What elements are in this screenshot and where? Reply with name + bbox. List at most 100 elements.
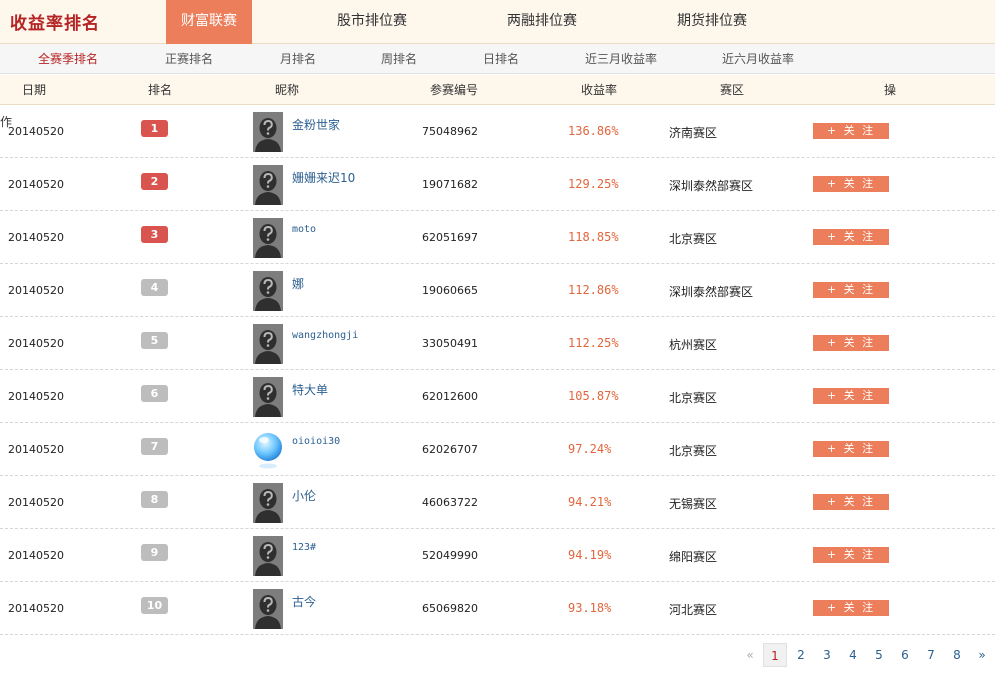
rank-badge: 5: [141, 332, 168, 349]
row-date: 20140520: [8, 337, 64, 350]
row-return: 112.86%: [568, 283, 619, 297]
rank-badge: 3: [141, 226, 168, 243]
subnav-6month[interactable]: 近六月收益率: [722, 44, 794, 74]
default-avatar-icon[interactable]: [253, 483, 283, 523]
table-header: 日期 排名 昵称 参赛编号 收益率 赛区 操: [0, 75, 995, 105]
subnav-month[interactable]: 月排名: [280, 44, 316, 74]
subnav-week[interactable]: 周排名: [381, 44, 417, 74]
row-nickname[interactable]: 娜: [292, 275, 304, 292]
row-region: 北京赛区: [669, 444, 718, 458]
follow-button[interactable]: + 关 注: [813, 176, 889, 192]
row-nickname[interactable]: 金粉世家: [292, 116, 340, 133]
follow-button[interactable]: + 关 注: [813, 388, 889, 404]
row-nickname[interactable]: 古今: [292, 593, 316, 610]
default-avatar-icon[interactable]: [253, 271, 283, 311]
row-entry-code: 46063722: [422, 496, 478, 509]
row-nickname[interactable]: wangzhongji: [292, 330, 358, 341]
row-region: 北京赛区: [669, 232, 718, 246]
row-nickname[interactable]: moto: [292, 224, 316, 235]
row-entry-code: 19060665: [422, 284, 478, 297]
row-entry-code: 62012600: [422, 390, 478, 403]
follow-button[interactable]: + 关 注: [813, 494, 889, 510]
tab-wealth-league[interactable]: 财富联赛: [166, 0, 252, 44]
row-date: 20140520: [8, 602, 64, 615]
table-row: 20140520 4 娜 19060665 112.86% 深圳泰然部赛区 + 关 注: [0, 264, 995, 317]
subnav-day[interactable]: 日排名: [483, 44, 519, 74]
col-region: 赛区: [720, 83, 745, 97]
row-nickname[interactable]: 小伦: [292, 487, 316, 504]
default-avatar-icon[interactable]: [253, 589, 283, 629]
table-row: 20140520 9 123# 52049990 94.19% 绵阳赛区 + 关 注: [0, 529, 995, 582]
tab-futures-ranking[interactable]: 期货排位赛: [660, 0, 764, 44]
row-return: 112.25%: [568, 336, 619, 350]
row-region: 北京赛区: [669, 391, 718, 405]
follow-button[interactable]: + 关 注: [813, 282, 889, 298]
row-entry-code: 62051697: [422, 231, 478, 244]
top-bar: 收益率排名 财富联赛 股市排位赛 两融排位赛 期货排位赛: [0, 0, 995, 44]
row-date: 20140520: [8, 549, 64, 562]
row-date: 20140520: [8, 178, 64, 191]
row-nickname[interactable]: oioioi30: [292, 436, 340, 447]
default-avatar-icon[interactable]: [253, 377, 283, 417]
default-avatar-icon[interactable]: [253, 218, 283, 258]
pager-prev[interactable]: «: [740, 643, 760, 667]
rank-badge: 10: [141, 597, 168, 614]
pager-page-7[interactable]: 7: [920, 643, 942, 667]
subnav-3month[interactable]: 近三月收益率: [585, 44, 657, 74]
row-return: 94.21%: [568, 495, 612, 509]
follow-button[interactable]: + 关 注: [813, 335, 889, 351]
table-row: 20140520 8 小伦 46063722 94.21% 无锡赛区 + 关 注: [0, 476, 995, 529]
pager-next[interactable]: »: [972, 643, 992, 667]
tab-stock-ranking[interactable]: 股市排位赛: [320, 0, 424, 44]
row-entry-code: 65069820: [422, 602, 478, 615]
default-avatar-icon[interactable]: [253, 324, 283, 364]
pager-page-1[interactable]: 1: [763, 643, 787, 667]
row-return: 94.19%: [568, 548, 612, 562]
follow-button[interactable]: + 关 注: [813, 123, 889, 139]
col-rank: 排名: [148, 83, 173, 97]
pager-page-2[interactable]: 2: [790, 643, 812, 667]
subnav-season[interactable]: 全赛季排名: [38, 44, 98, 74]
subnav-main[interactable]: 正赛排名: [165, 44, 213, 74]
pager-page-4[interactable]: 4: [842, 643, 864, 667]
default-avatar-icon[interactable]: [253, 165, 283, 205]
row-date: 20140520: [8, 231, 64, 244]
default-avatar-icon[interactable]: [253, 112, 283, 152]
follow-button[interactable]: + 关 注: [813, 441, 889, 457]
row-nickname[interactable]: 特大单: [292, 381, 328, 398]
rank-badge: 8: [141, 491, 168, 508]
row-nickname[interactable]: 123#: [292, 542, 316, 553]
blue-bubble-avatar-icon[interactable]: [253, 430, 283, 470]
default-avatar-icon[interactable]: [253, 536, 283, 576]
rank-badge: 9: [141, 544, 168, 561]
row-region: 河北赛区: [669, 603, 718, 617]
follow-button[interactable]: + 关 注: [813, 547, 889, 563]
follow-button[interactable]: + 关 注: [813, 600, 889, 616]
sub-nav: 全赛季排名 正赛排名 月排名 周排名 日排名 近三月收益率 近六月收益率: [0, 44, 995, 74]
row-region: 无锡赛区: [669, 497, 718, 511]
pager-page-5[interactable]: 5: [868, 643, 890, 667]
row-entry-code: 75048962: [422, 125, 478, 138]
rank-badge: 2: [141, 173, 168, 190]
row-date: 20140520: [8, 443, 64, 456]
col-nick: 昵称: [275, 83, 300, 97]
row-region: 绵阳赛区: [669, 550, 718, 564]
tab-margin-ranking[interactable]: 两融排位赛: [490, 0, 594, 44]
row-region: 深圳泰然部赛区: [669, 179, 754, 193]
row-date: 20140520: [8, 496, 64, 509]
row-return: 136.86%: [568, 124, 619, 138]
pager-page-6[interactable]: 6: [894, 643, 916, 667]
page-title: 收益率排名: [10, 14, 100, 34]
pager-page-8[interactable]: 8: [946, 643, 968, 667]
table-row: 20140520 7 oioioi30 62026707 97.24% 北京赛区 + 关 注: [0, 423, 995, 476]
rank-badge: 1: [141, 120, 168, 137]
row-region: 杭州赛区: [669, 338, 718, 352]
row-nickname[interactable]: 姗姗来迟10: [292, 169, 355, 186]
row-date: 20140520: [8, 390, 64, 403]
pager-page-3[interactable]: 3: [816, 643, 838, 667]
follow-button[interactable]: + 关 注: [813, 229, 889, 245]
row-return: 105.87%: [568, 389, 619, 403]
col-code: 参赛编号: [430, 83, 479, 97]
row-date: 20140520: [8, 125, 64, 138]
table-row: 20140520 1 金粉世家 75048962 136.86% 济南赛区 + 关 注: [0, 105, 995, 158]
